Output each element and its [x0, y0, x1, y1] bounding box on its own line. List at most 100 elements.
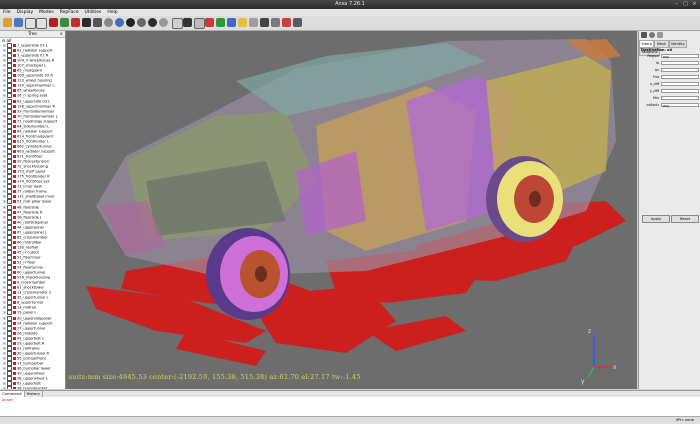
menu-repface[interactable]: RepFace: [57, 9, 82, 16]
expand-icon[interactable]: ⊞: [3, 69, 6, 73]
help-icon[interactable]: [293, 18, 302, 27]
color-icon[interactable]: [216, 18, 225, 27]
section-icon[interactable]: [227, 18, 236, 27]
fsn-input[interactable]: [661, 74, 699, 79]
expand-icon[interactable]: ⊞: [3, 311, 6, 315]
visibility-checkbox[interactable]: [7, 386, 13, 389]
expand-icon[interactable]: ⊞: [3, 99, 6, 103]
expand-icon[interactable]: ⊞: [3, 356, 6, 360]
expand-icon[interactable]: ⊞: [3, 296, 6, 300]
expand-icon[interactable]: ⊞: [3, 235, 6, 239]
panel-tool-icon[interactable]: [641, 32, 647, 38]
undo-icon[interactable]: [25, 18, 36, 29]
rotate-icon[interactable]: [104, 18, 113, 27]
close-icon[interactable]: ×: [60, 31, 63, 37]
expand-icon[interactable]: ⊞: [3, 382, 6, 386]
expand-icon[interactable]: ⊞: [3, 124, 6, 128]
apply-button[interactable]: Apply: [642, 215, 670, 223]
expand-icon[interactable]: ⊞: [3, 49, 6, 53]
expand-icon[interactable]: ⊞: [3, 129, 6, 133]
save-icon[interactable]: [14, 18, 23, 27]
expand-icon[interactable]: ⊞: [3, 240, 6, 244]
expand-icon[interactable]: ⊞: [3, 220, 6, 224]
expand-icon[interactable]: ⊞: [3, 261, 6, 265]
expand-icon[interactable]: ⊞: [3, 326, 6, 330]
filter-icon[interactable]: [649, 32, 655, 38]
expand-icon[interactable]: ⊞: [3, 271, 6, 275]
menu-modes[interactable]: Modes: [36, 9, 57, 16]
expand-icon[interactable]: ⊞: [3, 119, 6, 123]
expand-icon[interactable]: ⊞: [3, 281, 6, 285]
shaded-icon[interactable]: [71, 18, 80, 27]
maximize-icon[interactable]: □: [682, 1, 689, 8]
view-iso-icon[interactable]: [159, 18, 168, 27]
expand-icon[interactable]: ⊞: [3, 64, 6, 68]
expand-icon[interactable]: ⊞: [3, 195, 6, 199]
wireframe-icon[interactable]: [60, 18, 69, 27]
pan-icon[interactable]: [93, 18, 102, 27]
expand-icon[interactable]: ⊞: [3, 301, 6, 305]
x-diff-input[interactable]: [661, 81, 699, 86]
expand-icon[interactable]: ⊞: [3, 291, 6, 295]
probe-icon[interactable]: [282, 18, 291, 27]
menu-help[interactable]: Help: [104, 9, 120, 16]
ac-input[interactable]: [661, 67, 699, 72]
collectr-select[interactable]: any: [661, 102, 699, 108]
expand-icon[interactable]: ⊞: [3, 361, 6, 365]
expand-icon[interactable]: ⊞: [3, 109, 6, 113]
expand-icon[interactable]: ⊞: [3, 377, 6, 381]
expand-icon[interactable]: ⊞: [3, 286, 6, 290]
expand-icon[interactable]: ⊞: [3, 351, 6, 355]
y-diff-input[interactable]: [661, 88, 699, 93]
min-input[interactable]: [661, 95, 699, 100]
expand-icon[interactable]: ⊞: [3, 200, 6, 204]
tab-interp[interactable]: Interp: [639, 40, 655, 48]
expand-icon[interactable]: ⊞: [3, 255, 6, 259]
view-top-icon[interactable]: [148, 18, 157, 27]
expand-icon[interactable]: ⊞: [3, 245, 6, 249]
expand-icon[interactable]: ⊞: [3, 54, 6, 58]
settings-icon[interactable]: [271, 18, 280, 27]
tab-mesh[interactable]: Mesh: [654, 40, 669, 48]
expand-icon[interactable]: ⊞: [3, 114, 6, 118]
id-input[interactable]: [661, 60, 699, 65]
zoom-icon[interactable]: [82, 18, 91, 27]
expand-icon[interactable]: ⊞: [3, 139, 6, 143]
expand-icon[interactable]: ⊞: [3, 341, 6, 345]
expand-icon[interactable]: ⊞: [3, 134, 6, 138]
expand-icon[interactable]: ⊞: [3, 336, 6, 340]
expand-icon[interactable]: ⊞: [3, 180, 6, 184]
expand-icon[interactable]: ⊞: [3, 44, 6, 48]
expand-icon[interactable]: ⊞: [3, 266, 6, 270]
region-select[interactable]: any: [661, 53, 699, 59]
expand-icon[interactable]: ⊞: [3, 74, 6, 78]
expand-icon[interactable]: ⊞: [3, 331, 6, 335]
expand-icon[interactable]: ⊞: [3, 175, 6, 179]
measure-icon[interactable]: [194, 18, 205, 29]
expand-icon[interactable]: ⊞: [3, 225, 6, 229]
menu-file[interactable]: File: [0, 9, 14, 16]
cut-icon[interactable]: [205, 18, 214, 27]
expand-icon[interactable]: ⊞: [3, 306, 6, 310]
pick-icon[interactable]: [172, 18, 183, 29]
expand-icon[interactable]: ⊞: [3, 160, 6, 164]
expand-icon[interactable]: ⊞: [3, 165, 6, 169]
expand-icon[interactable]: ⊞: [3, 387, 6, 389]
expand-icon[interactable]: ⊞: [3, 230, 6, 234]
close-icon[interactable]: ×: [691, 1, 698, 8]
expand-icon[interactable]: ⊞: [3, 250, 6, 254]
expand-icon[interactable]: ⊞: [3, 372, 6, 376]
view-side-icon[interactable]: [137, 18, 146, 27]
expand-icon[interactable]: ⊞: [3, 144, 6, 148]
expand-icon[interactable]: ⊞: [3, 190, 6, 194]
expand-icon[interactable]: ⊞: [3, 155, 6, 159]
expand-icon[interactable]: ⊞: [3, 185, 6, 189]
expand-icon[interactable]: ⊞: [3, 104, 6, 108]
camera-icon[interactable]: [260, 18, 269, 27]
transparency-icon[interactable]: [249, 18, 258, 27]
expand-icon[interactable]: ⊞: [3, 316, 6, 320]
expand-icon[interactable]: ⊞: [3, 321, 6, 325]
expand-icon[interactable]: ⊞: [3, 210, 6, 214]
expand-icon[interactable]: ⊞: [3, 215, 6, 219]
view-front-icon[interactable]: [126, 18, 135, 27]
